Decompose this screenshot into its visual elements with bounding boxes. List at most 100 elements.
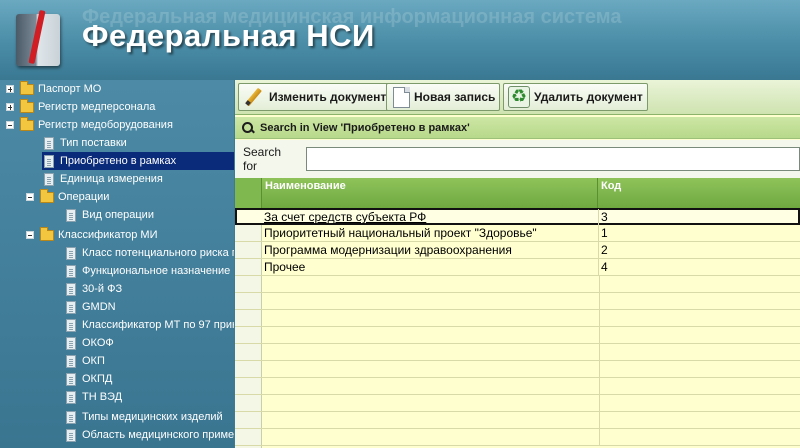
tree-item-label: ТН ВЭД — [82, 391, 123, 403]
document-icon — [66, 300, 76, 314]
folder-open-icon — [20, 116, 34, 131]
pencil-icon — [243, 86, 265, 108]
folder-open-icon — [40, 226, 54, 241]
tree-item-gmdn[interactable]: GMDN — [66, 298, 116, 316]
edit-document-button[interactable]: Изменить документ — [238, 83, 392, 111]
folder-icon — [20, 98, 34, 113]
tree-item-okof[interactable]: ОКОФ — [66, 334, 114, 352]
new-record-button[interactable]: Новая запись — [386, 83, 501, 111]
empty-row — [235, 395, 800, 412]
column-header-code[interactable]: Код — [598, 178, 800, 208]
tree-item-label: Регистр медоборудования — [38, 119, 173, 131]
tree-item-okpd[interactable]: ОКПД — [66, 370, 112, 388]
app-title: Федеральная НСИ — [82, 18, 375, 53]
toolbar: Изменить документ Новая запись Удалить д… — [235, 80, 800, 115]
tree-item-label: Тип поставки — [60, 137, 127, 149]
document-icon — [66, 208, 76, 222]
tree-item-medequipment-registry[interactable]: Регистр медоборудования — [6, 116, 173, 134]
empty-row — [235, 344, 800, 361]
nsi-logo-icon — [6, 8, 70, 68]
cell-code: 1 — [601, 226, 608, 240]
empty-row — [235, 412, 800, 429]
tree-item-risk-class[interactable]: Класс потенциального риска п — [66, 244, 234, 262]
main-panel: Изменить документ Новая запись Удалить д… — [235, 80, 800, 448]
search-row: Search for — [235, 140, 800, 178]
search-input[interactable] — [305, 147, 800, 171]
grid-header: Наименование Код — [235, 178, 800, 208]
search-title: Search in View 'Приобретено в рамках' — [260, 121, 470, 134]
cell-name: Прочее — [263, 259, 599, 276]
table-row[interactable]: Программа модернизации здравоохранения 2 — [235, 242, 800, 259]
cell-name: За счет средств субъекта РФ — [263, 209, 599, 226]
tree-item-label: 30-й ФЗ — [82, 283, 123, 295]
tree-item-label: GMDN — [82, 301, 116, 313]
tree-item-acquired-within[interactable]: Приобретено в рамках — [42, 152, 234, 170]
tree-item-label: Функциональное назначение — [82, 265, 231, 277]
tree-item-label: ОКПД — [82, 373, 113, 385]
document-icon — [66, 390, 76, 404]
tree-item-delivery-type[interactable]: Тип поставки — [44, 134, 127, 152]
search-icon — [241, 121, 255, 135]
table-row[interactable]: Прочее 4 — [235, 259, 800, 276]
app-header: Федеральная медицинская информационная с… — [0, 0, 800, 80]
tree-item-medstaff-registry[interactable]: Регистр медперсонала — [6, 98, 155, 116]
cell-name: Программа модернизации здравоохранения — [263, 242, 599, 259]
sidebar-tree: Паспорт МО Регистр медперсонала Регистр … — [0, 80, 234, 448]
tree-item-tn-ved[interactable]: ТН ВЭД — [66, 388, 122, 406]
document-icon — [66, 318, 76, 332]
document-icon — [44, 172, 54, 186]
recycle-icon — [508, 86, 530, 108]
tree-item-mt-classifier-97[interactable]: Классификатор МТ по 97 прика — [66, 316, 234, 334]
tree-item-label: Классификатор МТ по 97 прика — [82, 319, 234, 331]
tree-item-okp[interactable]: ОКП — [66, 352, 105, 370]
edit-document-label: Изменить документ — [269, 90, 387, 104]
delete-document-button[interactable]: Удалить документ — [503, 83, 648, 111]
empty-row — [235, 327, 800, 344]
document-icon — [44, 136, 54, 150]
tree-item-functional-purpose[interactable]: Функциональное назначение — [66, 262, 230, 280]
document-icon — [44, 154, 54, 168]
table-row[interactable]: Приоритетный национальный проект "Здоров… — [235, 225, 800, 242]
document-icon — [66, 264, 76, 278]
tree-item-label: Классификатор МИ — [58, 229, 158, 241]
document-icon — [66, 354, 76, 368]
new-record-label: Новая запись — [414, 90, 496, 104]
tree-item-unit-of-measure[interactable]: Единица измерения — [44, 170, 163, 188]
empty-row — [235, 361, 800, 378]
document-icon — [66, 372, 76, 386]
empty-row — [235, 378, 800, 395]
document-icon — [66, 336, 76, 350]
collapse-icon[interactable] — [6, 121, 14, 129]
grid-body: За счет средств субъекта РФ 3 Приоритетн… — [235, 208, 800, 448]
tree-item-operations[interactable]: Операции — [26, 188, 109, 206]
new-document-icon — [393, 86, 410, 108]
search-label: Search for — [243, 145, 282, 173]
tree-item-application-area[interactable]: Область медицинского примен — [66, 426, 234, 444]
folder-icon — [20, 80, 34, 95]
cell-code: 3 — [601, 210, 608, 224]
column-header-name[interactable]: Наименование — [262, 178, 598, 208]
tree-item-label: Область медицинского примен — [82, 429, 234, 441]
tree-item-operation-kind[interactable]: Вид операции — [66, 206, 154, 224]
tree-item-30-fz[interactable]: 30-й ФЗ — [66, 280, 122, 298]
document-icon — [66, 246, 76, 260]
tree-item-mi-classifier[interactable]: Классификатор МИ — [26, 226, 158, 244]
tree-item-passport-mo[interactable]: Паспорт МО — [6, 80, 101, 98]
empty-row — [235, 429, 800, 446]
collapse-icon[interactable] — [26, 193, 34, 201]
expand-icon[interactable] — [6, 85, 14, 93]
tree-item-label: Паспорт МО — [38, 83, 102, 95]
table-row[interactable]: За счет средств субъекта РФ 3 — [235, 208, 800, 226]
data-grid: Наименование Код За счет средств субъект… — [235, 178, 800, 448]
grid-header-corner — [235, 178, 262, 208]
cell-code: 2 — [601, 243, 608, 257]
tree-item-label: Операции — [58, 191, 110, 203]
tree-item-device-types[interactable]: Типы медицинских изделий — [66, 408, 223, 426]
collapse-icon[interactable] — [26, 231, 34, 239]
cell-name: Приоритетный национальный проект "Здоров… — [263, 225, 599, 242]
tree-item-label: Класс потенциального риска п — [82, 247, 234, 259]
expand-icon[interactable] — [6, 103, 14, 111]
tree-item-label: Единица измерения — [60, 173, 163, 185]
tree-item-label: ОКП — [82, 355, 105, 367]
empty-row — [235, 310, 800, 327]
